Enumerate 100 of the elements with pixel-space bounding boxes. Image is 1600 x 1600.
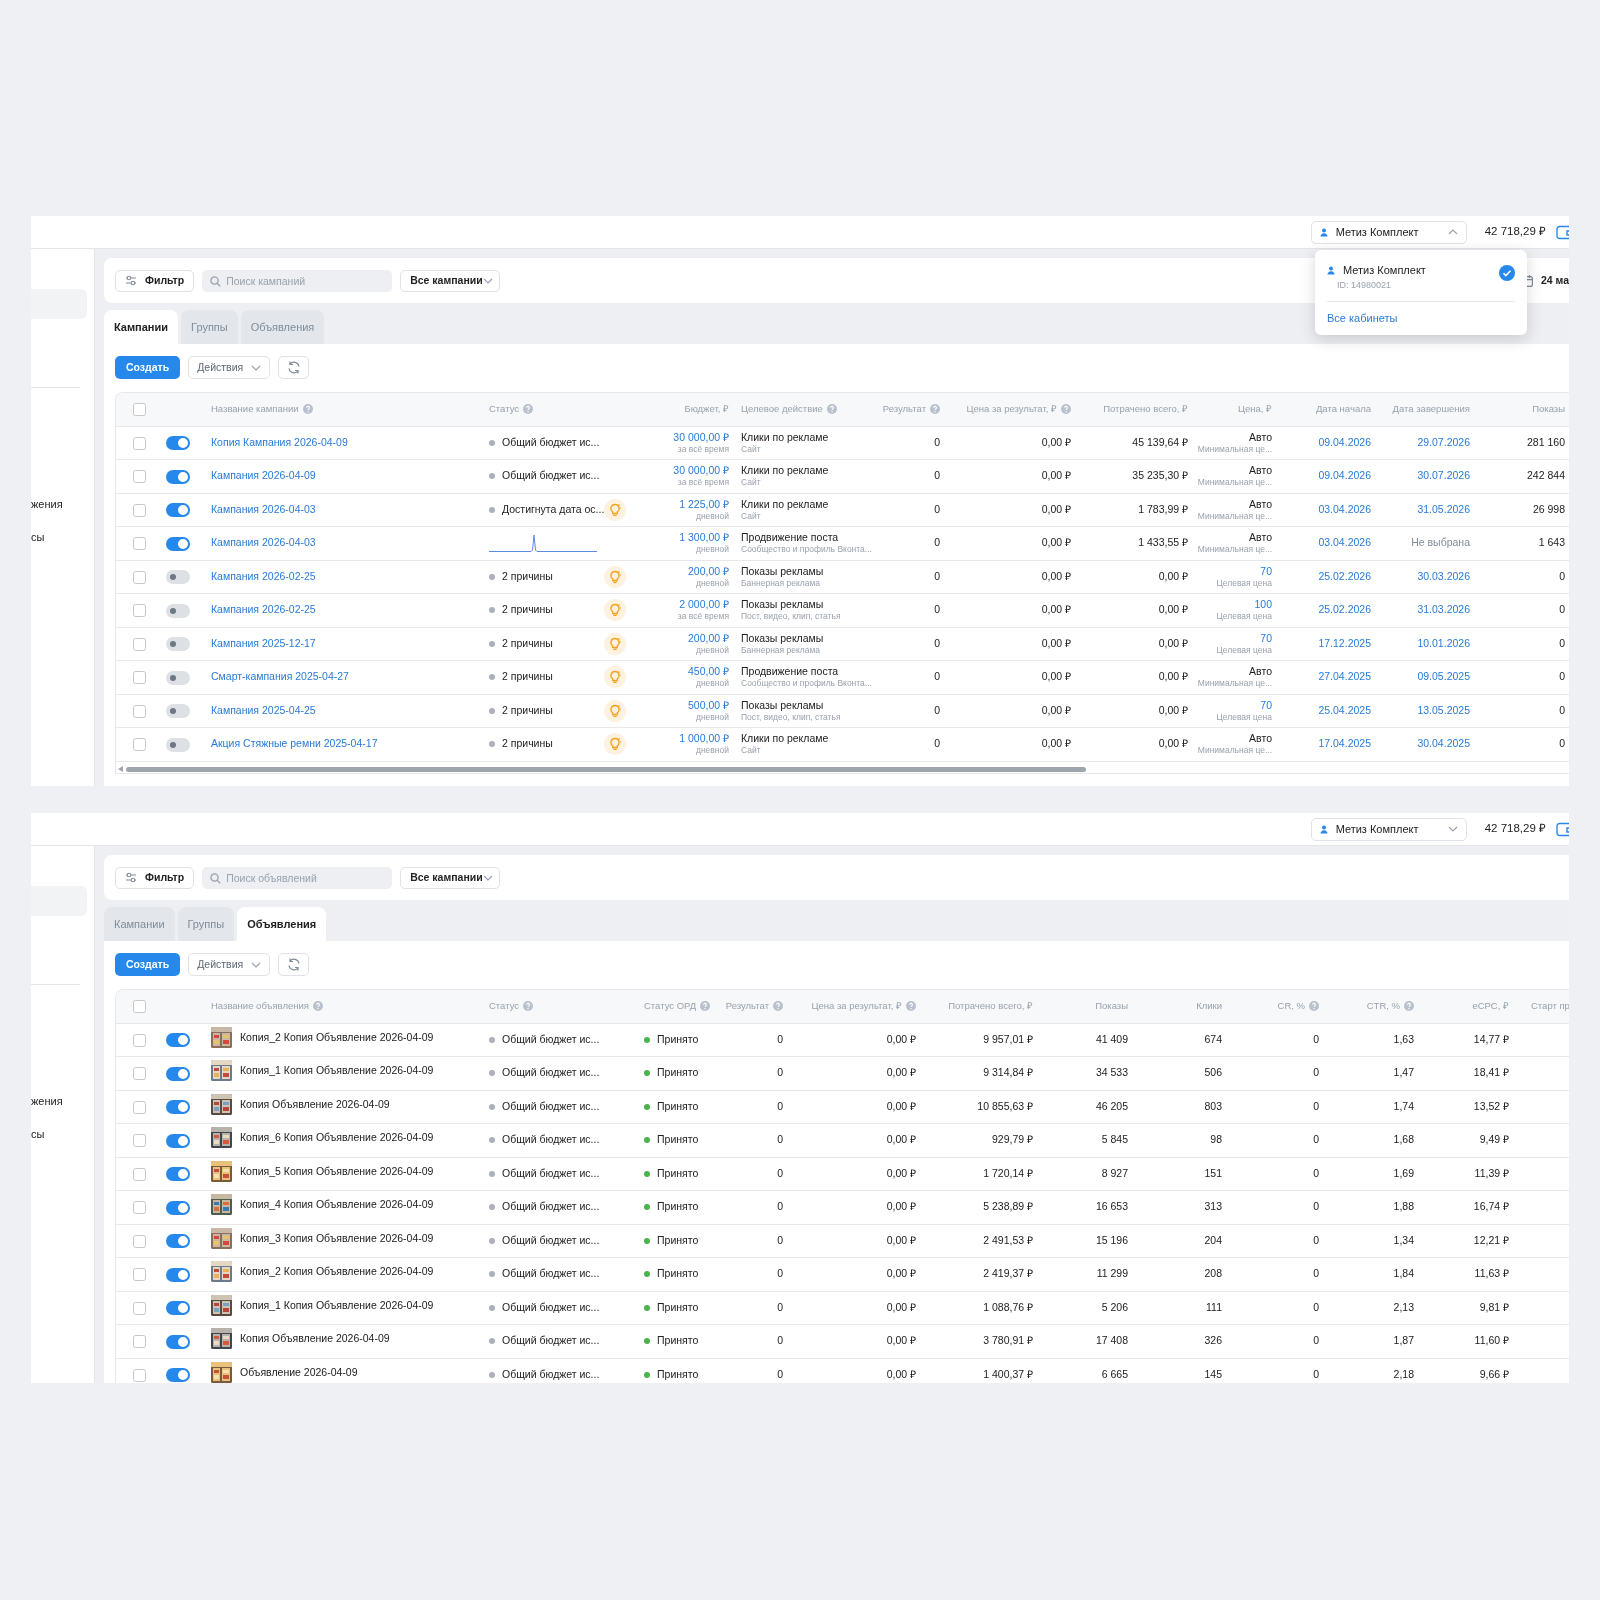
- create-button[interactable]: Создать: [115, 953, 181, 976]
- campaign-name-link[interactable]: Кампания 2026-04-09: [211, 469, 316, 482]
- lightbulb-icon[interactable]: [604, 733, 626, 756]
- tab[interactable]: Объявления: [237, 907, 327, 941]
- date-link[interactable]: 25.04.2025: [1318, 703, 1371, 716]
- row-checkbox[interactable]: [132, 1335, 146, 1349]
- date-link[interactable]: 29.07.2026: [1417, 435, 1470, 448]
- help-icon[interactable]: [523, 1001, 534, 1012]
- campaign-name-link[interactable]: Смарт-кампания 2025-04-27: [211, 670, 349, 683]
- tab[interactable]: Объявления: [240, 310, 325, 344]
- campaign-name-link[interactable]: Копия Кампания 2026-04-09: [211, 435, 348, 448]
- toggle-switch[interactable]: [166, 1368, 190, 1383]
- date-link[interactable]: 27.04.2025: [1318, 670, 1371, 683]
- row-checkbox[interactable]: [132, 1033, 146, 1047]
- row-checkbox[interactable]: [132, 1268, 146, 1282]
- date-link[interactable]: 30.07.2026: [1417, 469, 1470, 482]
- help-icon[interactable]: [302, 404, 313, 415]
- actions-button[interactable]: Действия: [188, 356, 271, 379]
- help-icon[interactable]: [1309, 1001, 1319, 1012]
- select-all-checkbox[interactable]: [132, 1000, 146, 1014]
- value-link[interactable]: 1 000,00 ₽: [641, 732, 729, 746]
- date-link[interactable]: 31.05.2026: [1417, 502, 1470, 515]
- tab[interactable]: Кампании: [104, 907, 175, 941]
- help-icon[interactable]: [1404, 1001, 1414, 1012]
- date-link[interactable]: 17.12.2025: [1318, 636, 1371, 649]
- toggle-switch[interactable]: [166, 1267, 190, 1282]
- toggle-switch[interactable]: [166, 436, 190, 451]
- date-link[interactable]: 03.04.2026: [1318, 536, 1371, 549]
- row-checkbox[interactable]: [132, 537, 146, 551]
- toggle-switch[interactable]: [166, 704, 190, 719]
- sidebar-item[interactable]: сы: [31, 528, 45, 545]
- help-icon[interactable]: [312, 1001, 323, 1012]
- refresh-button[interactable]: [278, 953, 310, 976]
- all-accounts-link[interactable]: Все кабинеты: [1327, 310, 1515, 327]
- value-link[interactable]: 500,00 ₽: [641, 698, 729, 712]
- row-checkbox[interactable]: [132, 470, 146, 484]
- value-link[interactable]: 70: [1196, 564, 1272, 578]
- row-checkbox[interactable]: [132, 1201, 146, 1215]
- scroll-left-arrow-icon[interactable]: [118, 765, 123, 772]
- help-icon[interactable]: [826, 404, 837, 415]
- help-icon[interactable]: [906, 1001, 916, 1012]
- row-checkbox[interactable]: [132, 637, 146, 651]
- wallet-icon[interactable]: [1556, 224, 1569, 240]
- value-link[interactable]: 2 000,00 ₽: [641, 598, 729, 612]
- toggle-switch[interactable]: [166, 670, 190, 685]
- value-link[interactable]: 30 000,00 ₽: [641, 430, 729, 444]
- campaign-name-link[interactable]: Кампания 2026-04-03: [211, 502, 316, 515]
- row-checkbox[interactable]: [132, 1368, 146, 1382]
- lightbulb-icon[interactable]: [604, 666, 626, 689]
- row-checkbox[interactable]: [132, 1234, 146, 1248]
- toggle-switch[interactable]: [166, 1301, 190, 1316]
- date-link[interactable]: 31.03.2026: [1417, 603, 1470, 616]
- row-checkbox[interactable]: [132, 503, 146, 517]
- toggle-switch[interactable]: [166, 503, 190, 518]
- toggle-switch[interactable]: [166, 1200, 190, 1215]
- toggle-switch[interactable]: [166, 1033, 190, 1048]
- actions-button[interactable]: Действия: [188, 953, 271, 976]
- campaign-name-link[interactable]: Кампания 2026-04-03: [211, 536, 316, 549]
- toggle-switch[interactable]: [166, 1100, 190, 1115]
- value-link[interactable]: 200,00 ₽: [641, 631, 729, 645]
- filter-button[interactable]: Фильтр: [115, 866, 195, 889]
- row-checkbox[interactable]: [132, 1167, 146, 1181]
- date-link[interactable]: 09.04.2026: [1318, 435, 1371, 448]
- date-link[interactable]: 09.05.2025: [1417, 670, 1470, 683]
- sidebar-item[interactable]: жения: [31, 1093, 63, 1110]
- date-link[interactable]: 25.02.2026: [1318, 603, 1371, 616]
- date-link[interactable]: 09.04.2026: [1318, 469, 1371, 482]
- value-link[interactable]: 100: [1196, 598, 1272, 612]
- campaign-name-link[interactable]: Кампания 2026-02-25: [211, 569, 316, 582]
- date-link[interactable]: 10.01.2026: [1417, 636, 1470, 649]
- campaign-name-link[interactable]: Кампания 2025-04-25: [211, 703, 316, 716]
- toggle-switch[interactable]: [166, 1234, 190, 1249]
- help-icon[interactable]: [700, 1001, 711, 1012]
- row-checkbox[interactable]: [132, 704, 146, 718]
- campaign-select[interactable]: Все кампании: [400, 866, 501, 889]
- filter-button[interactable]: Фильтр: [115, 269, 195, 292]
- sidebar-item[interactable]: сы: [31, 1125, 45, 1142]
- campaign-select[interactable]: Все кампании: [400, 269, 501, 292]
- date-link[interactable]: 13.05.2025: [1417, 703, 1470, 716]
- campaign-name-link[interactable]: Кампания 2026-02-25: [211, 603, 316, 616]
- value-link[interactable]: 30 000,00 ₽: [641, 464, 729, 478]
- help-icon[interactable]: [773, 1001, 783, 1012]
- toggle-switch[interactable]: [166, 469, 190, 484]
- tab[interactable]: Группы: [177, 907, 235, 941]
- date-link[interactable]: 25.02.2026: [1318, 569, 1371, 582]
- account-name[interactable]: Метиз Комплект: [1343, 262, 1426, 279]
- create-button[interactable]: Создать: [115, 356, 181, 379]
- toggle-switch[interactable]: [166, 536, 190, 551]
- help-icon[interactable]: [930, 404, 940, 415]
- refresh-button[interactable]: [278, 356, 310, 379]
- date-range[interactable]: 24 ма: [1540, 272, 1569, 289]
- row-checkbox[interactable]: [132, 1100, 146, 1114]
- wallet-icon[interactable]: [1556, 821, 1569, 837]
- lightbulb-icon[interactable]: [604, 632, 626, 655]
- help-icon[interactable]: [523, 404, 534, 415]
- row-checkbox[interactable]: [132, 1301, 146, 1315]
- row-checkbox[interactable]: [132, 1067, 146, 1081]
- account-select[interactable]: Метиз Комплект: [1310, 220, 1467, 244]
- value-link[interactable]: 70: [1196, 698, 1272, 712]
- toggle-switch[interactable]: [166, 1133, 190, 1148]
